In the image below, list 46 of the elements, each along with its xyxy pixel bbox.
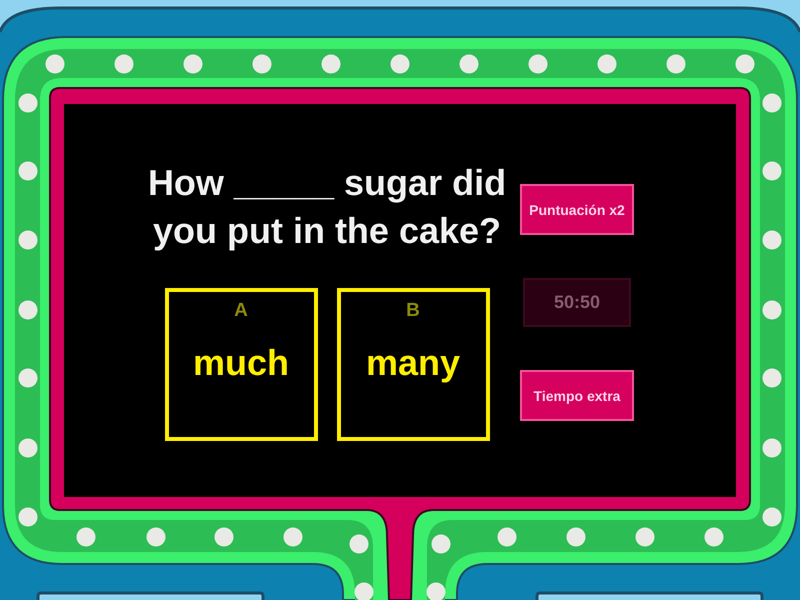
light-bulb-icon bbox=[762, 230, 782, 250]
light-bulb-icon bbox=[76, 528, 96, 546]
answer-card[interactable]: A much bbox=[164, 288, 318, 441]
light-bulb-icon bbox=[598, 54, 616, 74]
light-bulb-icon bbox=[460, 54, 478, 74]
light-bulb-icon bbox=[322, 54, 340, 74]
light-bulb-icon bbox=[704, 528, 724, 546]
light-bulb-icon bbox=[762, 508, 782, 526]
light-bulb-icon bbox=[528, 54, 548, 74]
light-bulb-icon bbox=[426, 582, 446, 600]
light-bulb-icon bbox=[252, 54, 272, 74]
light-bulb-icon bbox=[146, 528, 166, 546]
light-bulb-icon bbox=[18, 438, 38, 458]
light-bulb-icon bbox=[354, 582, 374, 600]
light-bulb-icon bbox=[566, 528, 586, 546]
light-bulb-icon bbox=[18, 300, 38, 320]
light-bulb-icon bbox=[736, 54, 754, 74]
light-bulb-icon bbox=[350, 534, 368, 554]
answer-letter: B bbox=[406, 300, 420, 322]
light-bulb-icon bbox=[114, 54, 134, 74]
light-bulb-icon bbox=[284, 528, 302, 546]
answer-text: much bbox=[192, 342, 289, 384]
answer-card[interactable]: B many bbox=[336, 288, 490, 441]
answer-text: many bbox=[366, 342, 460, 384]
light-bulb-icon bbox=[762, 300, 782, 320]
light-bulb-icon bbox=[762, 368, 782, 388]
light-bulb-icon bbox=[762, 94, 782, 112]
light-bulb-icon bbox=[666, 54, 686, 74]
light-bulb-icon bbox=[432, 534, 450, 554]
light-bulb-icon bbox=[762, 438, 782, 458]
light-bulb-icon bbox=[498, 528, 516, 546]
light-bulb-icon bbox=[18, 368, 38, 388]
light-bulb-icon bbox=[18, 230, 38, 250]
light-bulb-icon bbox=[18, 94, 38, 112]
power-up-button[interactable]: Puntuación x2 bbox=[520, 184, 634, 235]
light-bulb-icon bbox=[390, 54, 410, 74]
question-text: How _____ sugar did you put in the cake? bbox=[146, 161, 508, 253]
light-bulb-icon bbox=[18, 508, 38, 526]
light-bulb-icon bbox=[46, 54, 64, 74]
light-bulb-icon bbox=[214, 528, 234, 546]
power-up-button[interactable]: Tiempo extra bbox=[520, 370, 634, 421]
answer-letter: A bbox=[234, 300, 248, 322]
light-bulb-icon bbox=[18, 162, 38, 180]
light-bulb-icon bbox=[636, 528, 654, 546]
light-bulb-icon bbox=[184, 54, 202, 74]
light-bulb-icon bbox=[762, 162, 782, 180]
